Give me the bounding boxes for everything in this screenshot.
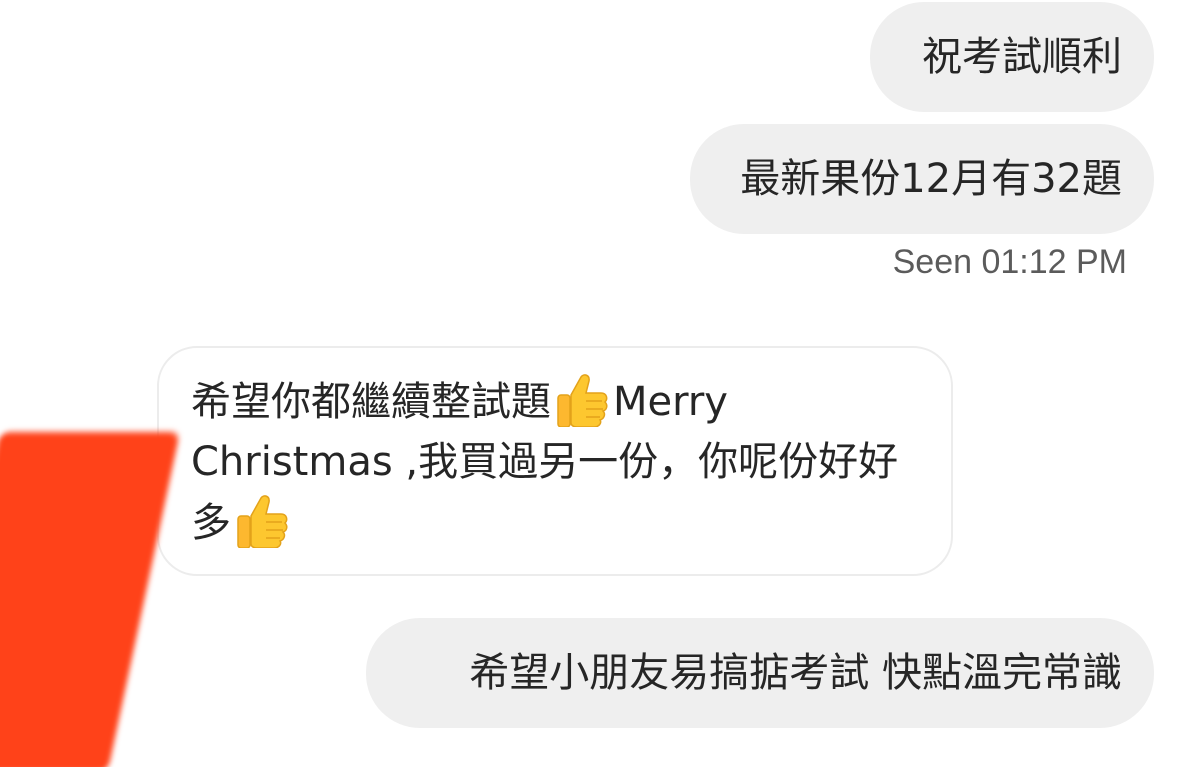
thumbs-up-icon (237, 495, 288, 548)
message-text: 祝考試順利 (922, 34, 1122, 80)
seen-status: Seen 01:12 PM (892, 243, 1127, 281)
outgoing-message[interactable]: 祝考試順利 (870, 2, 1154, 112)
incoming-message[interactable]: 希望你都繼續整試題 Merry Christmas ,我買過另一份，你呢份好好多 (157, 346, 953, 576)
message-text: 希望小朋友易搞掂考試 快點溫完常識 (469, 650, 1122, 696)
message-text: 最新果份12月有32題 (740, 156, 1122, 202)
message-text: 希望你都繼續整試題 (191, 379, 551, 425)
redaction-overlay (0, 432, 180, 767)
outgoing-message[interactable]: 希望小朋友易搞掂考試 快點溫完常識 (366, 618, 1154, 728)
outgoing-message[interactable]: 最新果份12月有32題 (690, 124, 1154, 234)
thumbs-up-icon (557, 374, 608, 427)
chat-thread: 祝考試順利 最新果份12月有32題 Seen 01:12 PM 希望你都繼續整試… (0, 0, 1179, 767)
